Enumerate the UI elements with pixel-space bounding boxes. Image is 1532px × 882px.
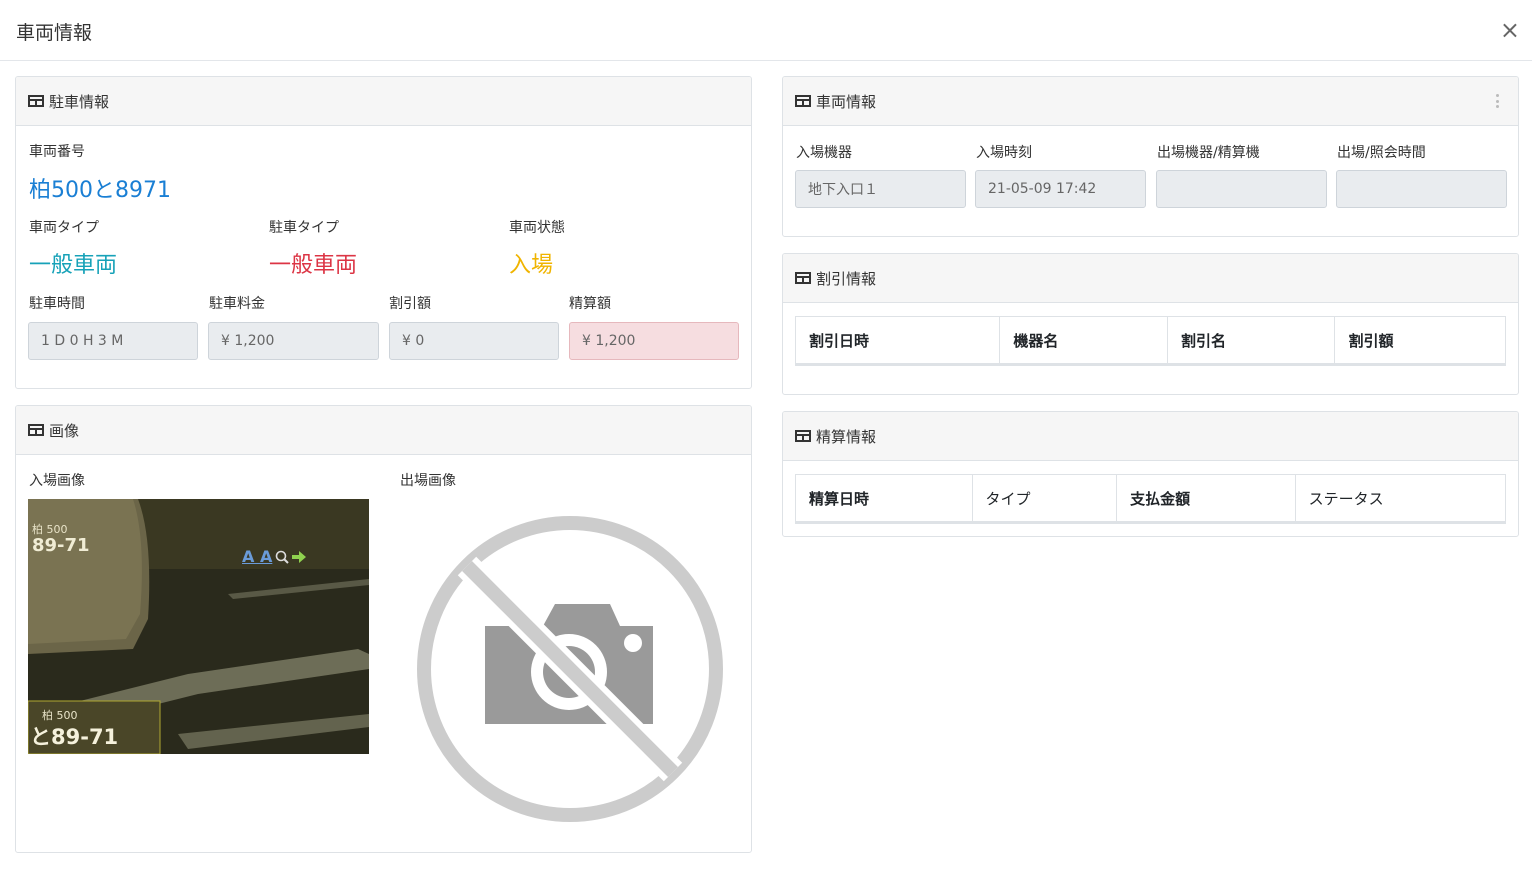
discount-col-name[interactable]: 割引名 — [1167, 317, 1336, 365]
vehicle-info-title: 車両情報 — [816, 92, 877, 111]
entry-time-field: 21-05-09 17:42 — [975, 170, 1146, 208]
image-card: 画像 入場画像 出場画像 柏 500 89-71 柏 500 と89-71 A … — [15, 405, 752, 853]
modal-header: 車両情報 × — [0, 0, 1532, 61]
entry-device-field: 地下入口１ — [795, 170, 966, 208]
settle-field: ¥ 1,200 — [569, 322, 739, 360]
entry-image-label: 入場画像 — [29, 473, 85, 489]
vehicle-info-header: 車両情報 — [783, 77, 1518, 126]
font-size-icon[interactable]: A A — [242, 547, 272, 566]
discount-col-amount[interactable]: 割引額 — [1335, 317, 1505, 365]
fee-field: ¥ 1,200 — [208, 322, 379, 360]
discount-col-date[interactable]: 割引日時 — [796, 317, 1001, 365]
entry-image[interactable]: 柏 500 89-71 柏 500 と89-71 A A — [28, 499, 369, 754]
close-button[interactable]: × — [1500, 16, 1520, 44]
vehicle-type-value: 一般車両 — [29, 253, 118, 278]
discount-info-header: 割引情報 — [783, 254, 1518, 303]
discount-col-device[interactable]: 機器名 — [1000, 317, 1168, 365]
parking-type-value: 一般車両 — [269, 253, 358, 278]
table-icon — [28, 95, 44, 107]
parking-type-label: 駐車タイプ — [269, 220, 339, 236]
more-options-icon[interactable] — [1496, 94, 1500, 108]
table-icon — [795, 95, 811, 107]
entry-device-label: 入場機器 — [796, 145, 852, 161]
zoom-icon[interactable] — [275, 550, 290, 564]
table-icon — [795, 430, 811, 442]
state-value: 入場 — [509, 253, 554, 278]
table-icon — [795, 272, 811, 284]
arrow-right-icon[interactable] — [292, 550, 307, 563]
plate-label: 車両番号 — [29, 144, 85, 160]
duration-label: 駐車時間 — [29, 296, 85, 312]
no-image-icon — [417, 516, 723, 822]
exit-device-field — [1156, 170, 1327, 208]
settlement-table: 精算日時 タイプ 支払金額 ステータス — [795, 474, 1506, 524]
image-tools: A A — [242, 547, 307, 566]
discount-table: 割引日時 機器名 割引名 割引額 — [795, 316, 1506, 366]
exit-device-label: 出場機器/精算機 — [1157, 145, 1260, 161]
plate-overlay-main: 89-71 — [32, 535, 90, 556]
settlement-col-date[interactable]: 精算日時 — [796, 475, 973, 523]
plate-value: 柏500と8971 — [29, 178, 171, 203]
discount-label: 割引額 — [389, 296, 431, 312]
parking-info-header: 駐車情報 — [16, 77, 751, 126]
fee-label: 駐車料金 — [209, 296, 265, 312]
parking-info-title: 駐車情報 — [49, 92, 110, 111]
settlement-col-type[interactable]: タイプ — [972, 475, 1118, 523]
table-icon — [28, 424, 44, 436]
modal-title: 車両情報 — [16, 22, 93, 44]
exit-image-label: 出場画像 — [400, 473, 456, 489]
vehicle-type-label: 車両タイプ — [29, 220, 99, 236]
image-title: 画像 — [49, 421, 80, 440]
discount-info-card: 割引情報 割引日時 機器名 割引名 割引額 — [782, 253, 1519, 395]
parking-info-card: 駐車情報 車両番号 柏500と8971 車両タイプ 一般車両 駐車タイプ 一般車… — [15, 76, 752, 389]
settlement-info-card: 精算情報 精算日時 タイプ 支払金額 ステータス — [782, 411, 1519, 537]
state-label: 車両状態 — [509, 220, 565, 236]
settlement-col-amount[interactable]: 支払金額 — [1117, 475, 1296, 523]
duration-field: 1 D 0 H 3 M — [28, 322, 198, 360]
exit-time-label: 出場/照会時間 — [1337, 145, 1426, 161]
discount-field: ¥ 0 — [389, 322, 559, 360]
exit-time-field — [1336, 170, 1507, 208]
settlement-info-header: 精算情報 — [783, 412, 1518, 461]
settle-label: 精算額 — [569, 296, 611, 312]
discount-info-title: 割引情報 — [816, 269, 877, 288]
entry-time-label: 入場時刻 — [976, 145, 1032, 161]
plate-crop-main: と89-71 — [30, 725, 119, 749]
settlement-col-status[interactable]: ステータス — [1295, 475, 1505, 523]
vehicle-info-card: 車両情報 入場機器 地下入口１ 入場時刻 21-05-09 17:42 出場機器… — [782, 76, 1519, 237]
settlement-info-title: 精算情報 — [816, 427, 877, 446]
image-header: 画像 — [16, 406, 751, 455]
